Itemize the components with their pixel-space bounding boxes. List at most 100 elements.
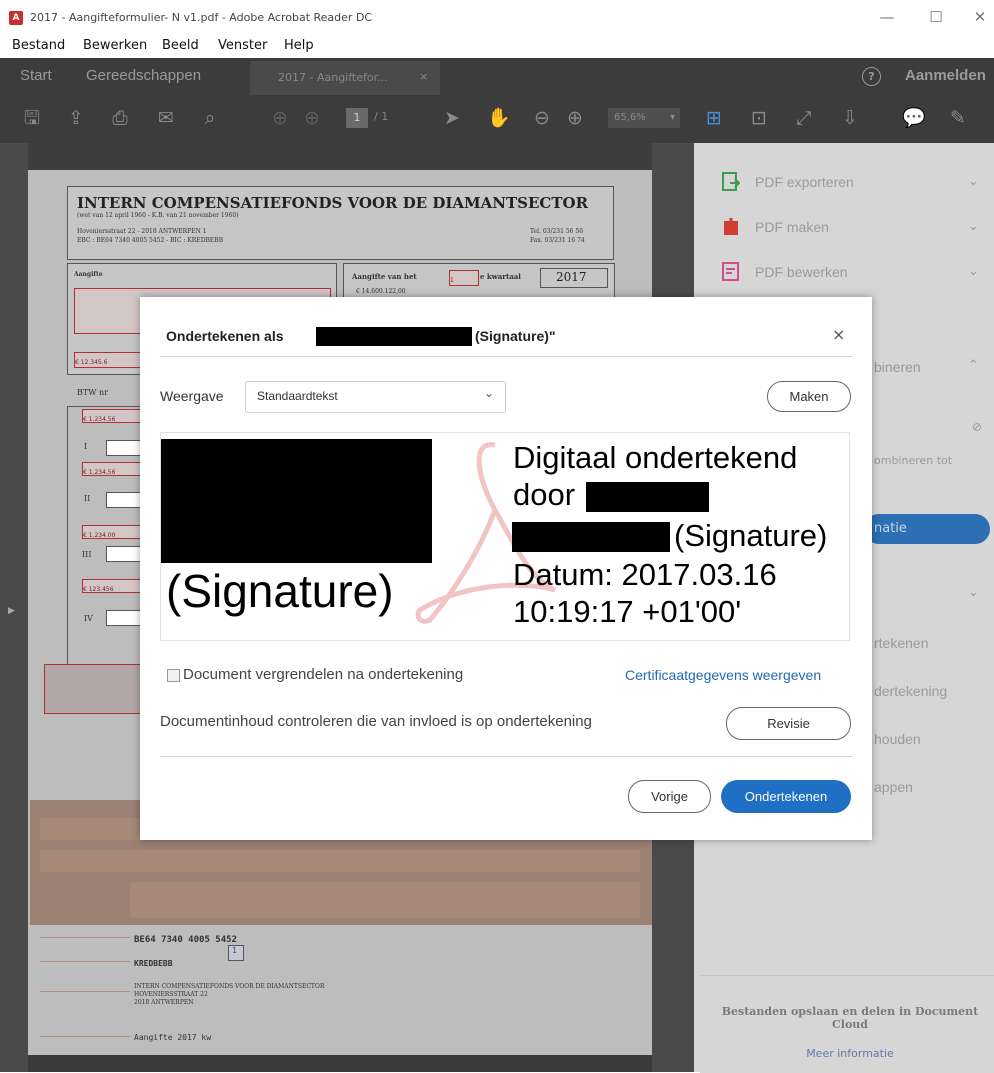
dialog-title-suffix: (Signature)"	[475, 328, 556, 344]
slip-divider	[40, 937, 130, 938]
maximize-button[interactable]: ☐	[921, 6, 951, 28]
signin-button[interactable]: Aanmelden	[905, 67, 986, 84]
tool-fragment-4[interactable]: appen	[874, 779, 913, 795]
appearance-label: Weergave	[160, 388, 224, 404]
review-button[interactable]: Revisie	[726, 707, 851, 740]
full-screen-icon[interactable]: ⤢	[792, 106, 816, 130]
hand-tool-icon[interactable]: ✋	[487, 106, 511, 130]
menu-beeld[interactable]: Beeld	[162, 38, 199, 53]
menu-bestand[interactable]: Bestand	[12, 38, 65, 53]
tool-item-pdf-create[interactable]	[705, 210, 994, 245]
document-top-strip	[28, 143, 652, 170]
review-content-label: Documentinhoud controleren die van invlo…	[160, 713, 592, 730]
form-input-iv[interactable]	[106, 610, 142, 626]
form-signature-field[interactable]	[44, 664, 142, 714]
form-roman-2: II	[84, 494, 91, 503]
mail-icon[interactable]: ✉	[154, 106, 178, 130]
tool-item-label: PDF maken	[755, 219, 829, 235]
zoom-dropdown[interactable]: 65,6% ▾	[608, 108, 680, 128]
menu-help[interactable]: Help	[284, 38, 314, 53]
form-btw-label: BTW nr	[77, 388, 108, 397]
pen-icon[interactable]: ✎	[946, 106, 970, 130]
document-bottom-strip	[28, 1055, 652, 1072]
make-appearance-button[interactable]: Maken	[767, 381, 851, 412]
print-icon[interactable]: ⎙	[108, 106, 132, 130]
slip-payee-1: INTERN COMPENSATIEFONDS VOOR DE DIAMANTS…	[134, 983, 325, 990]
save-icon[interactable]: 🖫	[20, 106, 44, 130]
slip-divider	[40, 991, 130, 992]
tool-fragment-3[interactable]: houden	[874, 731, 921, 747]
help-icon[interactable]: ?	[862, 67, 881, 86]
page-total: / 1	[374, 110, 389, 123]
page-number-input[interactable]: 1	[346, 108, 368, 128]
chevron-up-icon[interactable]: ⌃	[968, 358, 979, 373]
tool-item-pdf-edit[interactable]	[705, 255, 994, 290]
chevron-down-icon[interactable]: ⌄	[968, 219, 979, 234]
form-field-4[interactable]: € 123.456	[82, 579, 142, 593]
dialog-close-icon[interactable]: ×	[832, 325, 845, 344]
document-cloud-link[interactable]: Meer informatie	[712, 1047, 988, 1060]
signature-line-3: (Signature)	[674, 518, 828, 553]
tab-close-icon[interactable]: ×	[419, 70, 428, 83]
form-roman-1: I	[84, 442, 88, 451]
minimize-button[interactable]: —	[872, 6, 902, 28]
back-button[interactable]: Vorige	[628, 780, 711, 813]
sign-button[interactable]: Ondertekenen	[721, 780, 851, 813]
form-input-iii[interactable]	[106, 546, 142, 562]
fit-page-icon[interactable]: ⊞	[702, 106, 726, 130]
upload-cloud-icon[interactable]: ⇪	[64, 106, 88, 130]
chevron-down-icon[interactable]: ⌄	[968, 174, 979, 189]
tab-tools[interactable]: Gereedschappen	[86, 67, 201, 84]
form-field-2[interactable]: € 1.234.56	[82, 462, 142, 476]
redacted-signer	[586, 482, 709, 512]
document-cloud-title: Bestanden opslaan en delen in Document C…	[721, 1005, 979, 1031]
combine-info-button[interactable]: natie	[864, 514, 990, 544]
certificate-details-link[interactable]: Certificaatgegevens weergeven	[625, 667, 821, 683]
chevron-down-icon: ⌄	[484, 386, 495, 400]
form-amount1: € 14.600.122,00	[356, 288, 406, 295]
menu-bewerken[interactable]: Bewerken	[83, 38, 147, 53]
slip-row-3	[130, 882, 640, 918]
form-quarter-field[interactable]: 1	[449, 270, 479, 286]
rotate-icon[interactable]: ⊡	[747, 106, 771, 130]
form-field-1[interactable]: € 1.234.56	[82, 409, 142, 423]
combine-description: ombineren tot	[874, 454, 953, 467]
form-input-i[interactable]	[106, 440, 142, 456]
chevron-down-icon[interactable]: ⌄	[968, 585, 979, 600]
form-quarter-value: 1	[450, 277, 454, 284]
pdf-create-icon	[724, 218, 738, 235]
form-field-3[interactable]: € 1.234.00	[82, 525, 142, 539]
dialog-divider	[160, 356, 852, 357]
redacted-name	[316, 327, 472, 346]
form-quarter-suffix: e kwartaal	[480, 272, 521, 281]
page-up-icon[interactable]: ⊕	[268, 106, 292, 130]
tab-start[interactable]: Start	[20, 67, 52, 84]
comment-icon[interactable]: 💬	[902, 106, 926, 130]
page-down-icon[interactable]: ⊕	[300, 106, 324, 130]
form-bank: EBC : BE64 7340 4005 5452 - BIC : KREDBE…	[77, 237, 224, 244]
form-field-2-value: € 1.234.56	[83, 469, 116, 476]
tool-item-label: PDF bewerken	[755, 264, 848, 280]
form-field-4-value: € 123.456	[83, 586, 114, 593]
chevron-down-icon[interactable]: ⌄	[968, 264, 979, 279]
lock-document-checkbox[interactable]	[167, 669, 180, 682]
form-fax: Fax. 03/231 16 74	[530, 237, 585, 244]
zoom-out-icon[interactable]: ⊖	[530, 106, 554, 130]
scroll-mode-icon[interactable]: ⇩	[838, 106, 862, 130]
close-window-button[interactable]: ✕	[965, 6, 994, 28]
menu-venster[interactable]: Venster	[218, 38, 267, 53]
search-icon[interactable]: ⌕	[198, 106, 222, 130]
redacted-signer	[512, 522, 670, 552]
redacted-signature-name	[161, 439, 432, 563]
zoom-in-icon[interactable]: ⊕	[563, 106, 587, 130]
form-input-ii[interactable]	[106, 492, 142, 508]
form-year-value: 2017	[556, 270, 587, 284]
left-panel-toggle-icon[interactable]: ▶	[8, 606, 15, 616]
select-cursor-icon[interactable]: ➤	[440, 106, 464, 130]
signature-line-5: 10:19:17 +01'00'	[513, 594, 742, 629]
tool-fragment-2[interactable]: dertekening	[874, 683, 947, 699]
tool-fragment-1[interactable]: rtekenen	[874, 635, 928, 651]
form-subtitle: (wet van 12 april 1960 - K.B. van 21 nov…	[77, 212, 239, 219]
form-aangifte-label: Aangifte	[74, 271, 103, 278]
slip-iban: BE64 7340 4005 5452	[134, 935, 237, 945]
